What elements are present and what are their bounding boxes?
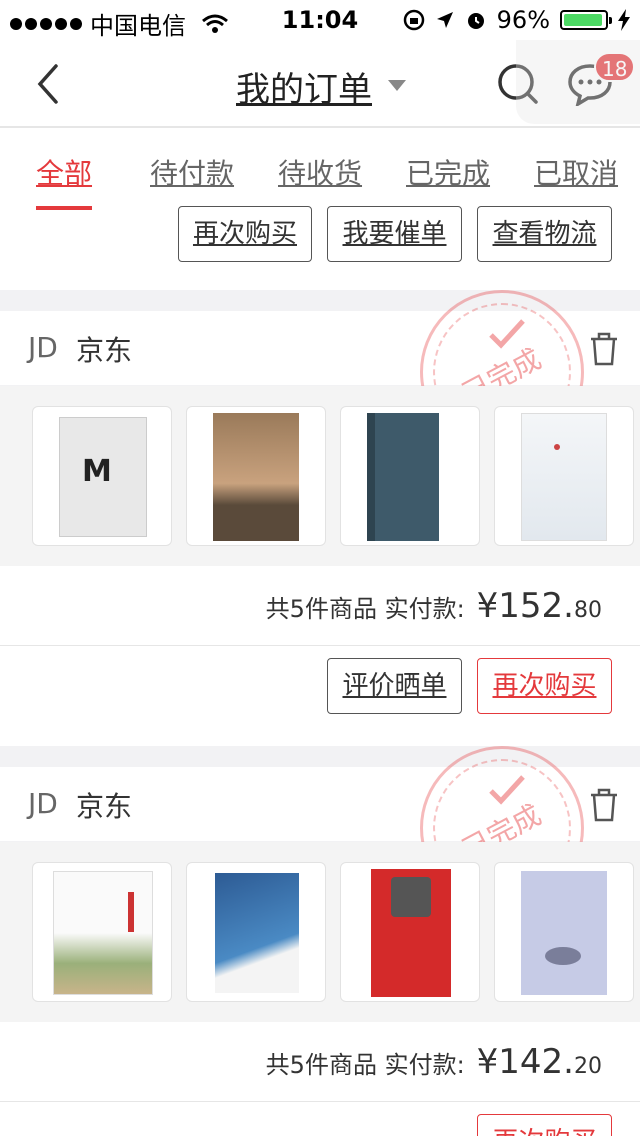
order-total-row: 共5件商品 实付款: ¥152. 80: [0, 566, 640, 646]
order-tabs: 全部 待付款 待收货 已完成 已取消: [0, 128, 640, 212]
order-actions: 评价晒单 再次购买: [0, 646, 640, 746]
charging-icon: [618, 9, 630, 31]
book-cover: [521, 871, 607, 995]
shop-logo: JD: [28, 787, 58, 820]
book-illustration: [545, 947, 581, 965]
product-thumb[interactable]: [186, 406, 326, 546]
product-thumb[interactable]: [340, 862, 480, 1002]
tab-pending-receipt[interactable]: 待收货: [278, 152, 362, 192]
trash-icon[interactable]: [588, 787, 620, 823]
price-decimal: 20: [574, 1054, 602, 1079]
book-cover: [521, 413, 607, 541]
price-integer: ¥152.: [476, 586, 574, 626]
order-actions: 再次购买: [0, 1102, 640, 1136]
tab-indicator: [36, 206, 92, 210]
tab-cancelled[interactable]: 已取消: [534, 152, 618, 192]
book-cover: M: [59, 417, 147, 537]
product-thumb[interactable]: [340, 406, 480, 546]
floating-overlay: [516, 40, 640, 124]
book-portrait: [391, 877, 431, 917]
trash-icon[interactable]: [588, 331, 620, 367]
buy-again-button[interactable]: 再次购买: [477, 658, 612, 714]
status-bar: 中国电信 11:04 96%: [0, 0, 640, 40]
rotation-lock-icon: [403, 9, 424, 31]
location-icon: [436, 12, 453, 28]
order-total: 共5件商品 实付款: ¥142. 20: [266, 1042, 602, 1082]
battery-percent: 96%: [496, 6, 550, 34]
product-thumb[interactable]: [186, 862, 326, 1002]
review-button[interactable]: 评价晒单: [327, 658, 462, 714]
product-list[interactable]: [0, 842, 640, 1022]
page-title[interactable]: 我的订单: [236, 62, 372, 111]
shop-name: 京东: [76, 334, 133, 367]
status-right: 96%: [403, 6, 630, 34]
price-integer: ¥142.: [476, 1042, 574, 1082]
battery-icon: [560, 10, 612, 30]
buy-again-button[interactable]: 再次购买: [477, 1114, 612, 1136]
order-total: 共5件商品 实付款: ¥152. 80: [266, 586, 602, 626]
product-thumb[interactable]: [494, 862, 634, 1002]
book-cover: [367, 413, 439, 541]
tab-completed[interactable]: 已完成: [406, 152, 490, 192]
tab-pending-payment[interactable]: 待付款: [150, 152, 234, 192]
order-total-row: 共5件商品 实付款: ¥142. 20: [0, 1022, 640, 1102]
product-list[interactable]: M: [0, 386, 640, 566]
book-glyph: M: [82, 454, 112, 489]
book-title-mark: [128, 892, 134, 932]
track-logistics-button[interactable]: 查看物流: [477, 206, 612, 262]
shop-name: 京东: [76, 790, 133, 823]
tab-all[interactable]: 全部: [36, 152, 92, 192]
book-cover: [215, 873, 299, 993]
shop-logo: JD: [28, 331, 58, 364]
urge-order-button[interactable]: 我要催单: [327, 206, 462, 262]
book-cover: [213, 413, 299, 541]
product-thumb[interactable]: [32, 862, 172, 1002]
caret-down-icon[interactable]: [388, 80, 406, 91]
book-cover: [53, 871, 153, 995]
price-decimal: 80: [574, 598, 602, 623]
book-cover: [371, 869, 451, 997]
previous-order-actions: 再次购买 我要催单 查看物流: [0, 206, 640, 290]
alarm-icon: [467, 13, 484, 29]
summary-label: 共5件商品 实付款:: [265, 1051, 465, 1079]
summary-label: 共5件商品 实付款:: [265, 595, 465, 623]
product-thumb[interactable]: [494, 406, 634, 546]
book-dot: [554, 444, 560, 450]
book-spine: [367, 413, 375, 541]
product-thumb[interactable]: M: [32, 406, 172, 546]
back-icon[interactable]: [28, 60, 72, 108]
buy-again-button[interactable]: 再次购买: [178, 206, 312, 262]
